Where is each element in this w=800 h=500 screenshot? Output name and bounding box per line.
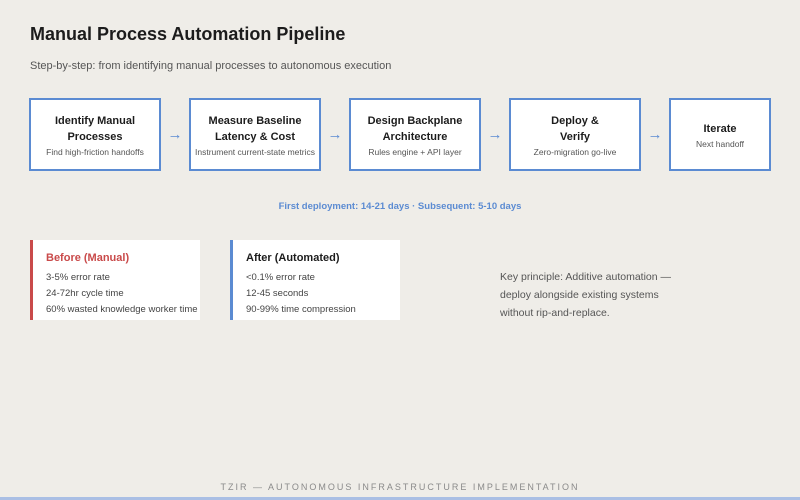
step-description: Next handoff [695, 138, 745, 149]
before-metric: 3-5% error rate [46, 272, 110, 283]
step-description: Rules engine + API layer [368, 146, 462, 157]
after-automated-card: After (Automated) <0.1% error rate 12-45… [230, 240, 400, 320]
step-description: Zero-migration go-live [533, 146, 617, 157]
page-title: Manual Process Automation Pipeline [30, 24, 346, 44]
principle-line: without rip-and-replace. [500, 307, 610, 319]
footer-text: TZIR — AUTONOMOUS INFRASTRUCTURE IMPLEME… [220, 482, 580, 492]
before-metric: 24-72hr cycle time [46, 288, 124, 299]
after-metric: 90-99% time compression [246, 304, 356, 315]
before-card-title: Before (Manual) [46, 252, 130, 264]
step-title-line: Architecture [382, 130, 448, 143]
page-subtitle: Step-by-step: from identifying manual pr… [30, 60, 392, 72]
before-manual-card: Before (Manual) 3-5% error rate 24-72hr … [30, 240, 200, 320]
step-deploy-verify: Deploy & Verify Zero-migration go-live [509, 98, 641, 171]
step-title-line: Identify Manual [54, 114, 136, 127]
principle-line: Key principle: Additive automation — [500, 271, 672, 283]
after-card-title: After (Automated) [246, 252, 340, 264]
step-title-line: Deploy & [551, 114, 599, 127]
principle-line: deploy alongside existing systems [500, 289, 659, 301]
step-description: Find high-friction handoffs [46, 146, 144, 157]
step-design-backplane: Design Backplane Architecture Rules engi… [349, 98, 481, 171]
arrow-right-icon: → [327, 126, 343, 143]
arrow-right-icon: → [487, 126, 503, 143]
after-metric: <0.1% error rate [246, 272, 315, 283]
timeline-note: First deployment: 14-21 days · Subsequen… [278, 201, 522, 212]
key-principle-note: Key principle: Additive automation — dep… [500, 268, 700, 322]
step-title-line: Design Backplane [367, 114, 463, 127]
step-measure-baseline: Measure Baseline Latency & Cost Instrume… [189, 98, 321, 171]
step-title-line: Verify [560, 130, 590, 143]
after-metric: 12-45 seconds [246, 288, 309, 299]
pipeline-flow: Identify Manual Processes Find high-fric… [29, 98, 771, 171]
before-metric: 60% wasted knowledge worker time [46, 304, 198, 315]
step-title-line: Latency & Cost [214, 130, 296, 143]
step-title-line: Processes [67, 130, 123, 143]
step-title-line: Measure Baseline [208, 114, 302, 127]
step-title-line: Iterate [703, 122, 737, 135]
step-iterate: Iterate Next handoff [669, 98, 771, 171]
step-identify-manual-processes: Identify Manual Processes Find high-fric… [29, 98, 161, 171]
arrow-right-icon: → [647, 126, 663, 143]
step-description: Instrument current-state metrics [195, 146, 315, 157]
arrow-right-icon: → [167, 126, 183, 143]
